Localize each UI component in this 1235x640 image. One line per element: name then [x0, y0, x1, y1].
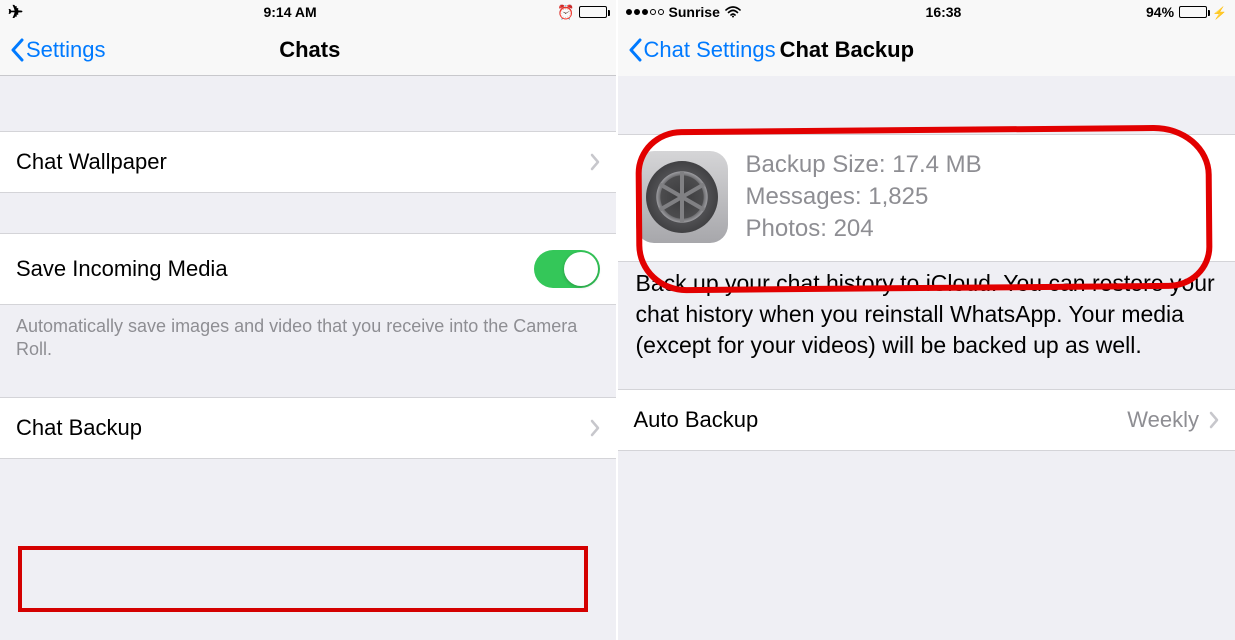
- backup-messages-label: Messages:: [746, 183, 862, 210]
- status-right: 94%: [1146, 4, 1227, 20]
- chevron-right-icon: [590, 419, 600, 437]
- airplane-icon: [8, 2, 23, 23]
- nav-bar: Settings Chats: [0, 24, 616, 76]
- chevron-right-icon: [590, 153, 600, 171]
- cell-save-incoming-media[interactable]: Save Incoming Media: [0, 233, 616, 305]
- switch-save-media[interactable]: [534, 250, 600, 288]
- backup-size-value: 17.4 MB: [892, 151, 981, 178]
- backup-messages-value: 1,825: [868, 183, 928, 210]
- group-wallpaper: Chat Wallpaper: [0, 131, 616, 193]
- battery-icon: [1179, 6, 1207, 18]
- back-label: Chat Settings: [644, 37, 776, 63]
- settings-gear-icon: [636, 151, 728, 243]
- status-bar: Sunrise 16:38 94%: [618, 0, 1235, 24]
- cell-value: Weekly: [1127, 407, 1199, 433]
- screen-chat-backup: Sunrise 16:38 94% Chat Settings Chat Bac…: [618, 0, 1235, 640]
- back-button[interactable]: Settings: [10, 37, 106, 63]
- backup-description: Back up your chat history to iCloud. You…: [618, 262, 1235, 371]
- group-auto-backup: Auto Backup Weekly: [618, 389, 1235, 451]
- annotation-red-box: [18, 546, 588, 612]
- group-save-media: Save Incoming Media Automatically save i…: [0, 233, 616, 372]
- charging-icon: [1212, 4, 1227, 20]
- cell-label: Chat Backup: [16, 415, 590, 441]
- nav-title: Chat Backup: [780, 37, 914, 63]
- nav-bar: Chat Settings Chat Backup: [618, 24, 1235, 76]
- save-media-footer: Automatically save images and video that…: [0, 305, 616, 372]
- screen-chats-settings: 9:14 AM ⏰ Settings Chats Chat Wallpaper …: [0, 0, 618, 640]
- status-bar: 9:14 AM ⏰: [0, 0, 616, 24]
- status-time: 9:14 AM: [263, 4, 316, 20]
- backup-size-line: Backup Size: 17.4 MB: [746, 151, 982, 179]
- status-left: [8, 2, 23, 23]
- alarm-icon: ⏰: [557, 4, 574, 21]
- backup-photos-value: 204: [834, 215, 874, 242]
- status-right: ⏰: [557, 4, 607, 21]
- backup-info-card: Backup Size: 17.4 MB Messages: 1,825 Pho…: [618, 134, 1235, 262]
- cell-auto-backup[interactable]: Auto Backup Weekly: [618, 389, 1235, 451]
- cell-chat-backup[interactable]: Chat Backup: [0, 397, 616, 459]
- battery-icon: [579, 6, 607, 18]
- battery-percent: 94%: [1146, 4, 1174, 20]
- group-chat-backup: Chat Backup: [0, 397, 616, 459]
- carrier-label: Sunrise: [669, 4, 720, 20]
- chevron-left-icon: [628, 38, 642, 62]
- wifi-icon: [725, 6, 741, 18]
- backup-messages-line: Messages: 1,825: [746, 183, 982, 211]
- group-backup-info: Backup Size: 17.4 MB Messages: 1,825 Pho…: [618, 134, 1235, 371]
- backup-photos-line: Photos: 204: [746, 215, 982, 243]
- status-left: Sunrise: [626, 4, 741, 20]
- backup-size-label: Backup Size:: [746, 151, 886, 178]
- status-time: 16:38: [926, 4, 962, 20]
- cell-label: Chat Wallpaper: [16, 149, 590, 175]
- cell-chat-wallpaper[interactable]: Chat Wallpaper: [0, 131, 616, 193]
- cell-label: Save Incoming Media: [16, 256, 534, 282]
- back-label: Settings: [26, 37, 106, 63]
- signal-dots-icon: [626, 9, 664, 15]
- cell-label: Auto Backup: [634, 407, 1128, 433]
- chevron-right-icon: [1209, 411, 1219, 429]
- back-button[interactable]: Chat Settings: [628, 37, 776, 63]
- chevron-left-icon: [10, 38, 24, 62]
- backup-photos-label: Photos:: [746, 215, 827, 242]
